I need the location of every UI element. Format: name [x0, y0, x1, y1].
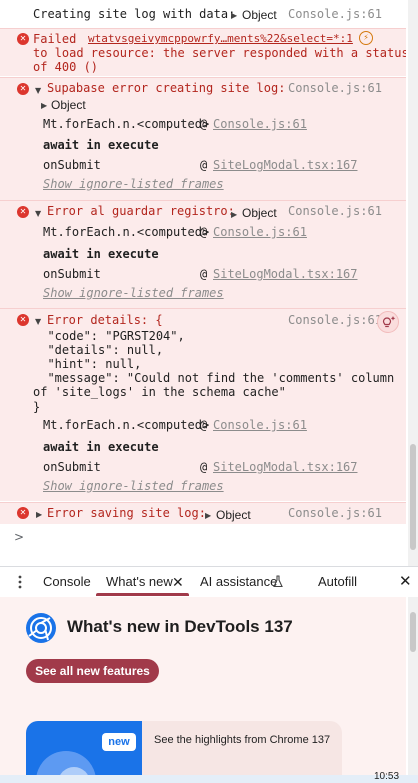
json-line: "details": null,	[33, 343, 164, 357]
console-error-row: ✕ ▼ Error al guardar registro: ▶ Object …	[0, 200, 406, 308]
network-icon[interactable]: ⚡	[359, 31, 373, 45]
stack-async-label: await in execute	[43, 138, 159, 152]
stack-location-link[interactable]: Console.js:61	[213, 117, 307, 131]
json-line: "hint": null,	[33, 357, 142, 371]
chrome-release-image: new	[26, 721, 142, 783]
stack-location-link[interactable]: SiteLogModal.tsx:167	[213, 158, 358, 172]
stack-location-link[interactable]: Console.js:61	[213, 225, 307, 239]
source-link[interactable]: Console.js:61	[288, 81, 382, 95]
error-icon: ✕	[17, 507, 29, 519]
source-link[interactable]: Console.js:61	[288, 204, 382, 218]
stack-location-link[interactable]: SiteLogModal.tsx:167	[213, 460, 358, 474]
show-ignored-frames-link[interactable]: Show ignore-listed frames	[43, 286, 224, 300]
stack-location-link[interactable]: SiteLogModal.tsx:167	[213, 267, 358, 281]
tab-console[interactable]: Console	[43, 567, 91, 597]
console-error-row: ✕ ▶ Error saving site log: ▶ Object Cons…	[0, 502, 406, 524]
expand-triangle-icon[interactable]: ▶	[205, 509, 211, 523]
source-link[interactable]: Console.js:61	[288, 313, 382, 327]
console-error-row: ✕ ▼ Supabase error creating site log: Co…	[0, 77, 406, 200]
error-message[interactable]: Error al guardar registro:	[47, 204, 235, 218]
log-message: Creating site log with data:	[33, 7, 236, 21]
scrollbar-thumb[interactable]	[410, 444, 416, 550]
show-ignored-frames-link[interactable]: Show ignore-listed frames	[43, 177, 224, 191]
json-line: of 'site_logs' in the schema cache"	[33, 385, 286, 399]
more-options-icon[interactable]	[14, 573, 26, 591]
console-error-row: ✕ ▼ Error details: { Console.js:61 "code…	[0, 308, 406, 501]
drawer-tab-bar: Console What's new ✕ AI assistance Autof…	[0, 566, 418, 596]
stack-fn: onSubmit	[43, 267, 101, 281]
object-label[interactable]: Object	[216, 508, 251, 522]
flask-icon	[273, 575, 283, 591]
json-line: "code": "PGRST204",	[33, 329, 185, 343]
object-label[interactable]: Object	[242, 206, 277, 220]
error-icon: ✕	[17, 314, 29, 326]
request-url-link[interactable]: wtatvsgeivymcppowrfy…ments%22&select=*:1	[88, 32, 353, 46]
stack-async-label: await in execute	[43, 247, 159, 261]
stack-fn: onSubmit	[43, 158, 101, 172]
error-message[interactable]: Error details: {	[47, 313, 163, 327]
stack-at: @	[200, 117, 208, 131]
source-link[interactable]: Console.js:61	[288, 506, 382, 520]
highlights-card[interactable]: new See the highlights from Chrome 137	[26, 721, 342, 783]
whats-new-scrollbar[interactable]	[408, 597, 418, 783]
console-scrollbar[interactable]	[408, 0, 418, 566]
json-line: "message": "Could not find the 'comments…	[33, 371, 395, 385]
expand-triangle-icon[interactable]: ▶	[231, 208, 237, 222]
expand-triangle-icon[interactable]: ▶	[231, 9, 237, 23]
stack-at: @	[200, 460, 208, 474]
collapse-triangle-icon[interactable]: ▼	[35, 315, 41, 329]
stack-at: @	[200, 158, 208, 172]
error-prefix: Failed	[33, 32, 77, 46]
tab-ai-assistance[interactable]: AI assistance	[200, 567, 277, 597]
console-panel: Creating site log with data: ▶ Object Co…	[0, 0, 406, 566]
stack-fn: Mt.forEach.n.<computed>	[43, 117, 210, 131]
error-icon: ✕	[17, 83, 29, 95]
object-label[interactable]: Object	[242, 8, 277, 22]
error-text-line: to load resource: the server responded w…	[33, 46, 406, 60]
new-badge: new	[102, 733, 136, 751]
stack-location-link[interactable]: Console.js:61	[213, 418, 307, 432]
collapse-triangle-icon[interactable]: ▼	[35, 84, 41, 98]
highlights-text[interactable]: See the highlights from Chrome 137	[154, 734, 330, 746]
tab-autofill[interactable]: Autofill	[318, 567, 357, 597]
chrome-devtools-logo-icon	[25, 612, 57, 644]
stack-at: @	[200, 267, 208, 281]
stack-fn: Mt.forEach.n.<computed>	[43, 418, 210, 432]
lightbulb-sparkle-icon	[382, 316, 396, 328]
taskbar-clock: 10:53	[374, 771, 400, 782]
ai-insight-button[interactable]	[377, 311, 399, 333]
stack-fn: Mt.forEach.n.<computed>	[43, 225, 210, 239]
whats-new-title: What's new in DevTools 137	[67, 617, 293, 636]
source-link[interactable]: Console.js:61	[288, 7, 382, 21]
stack-async-label: await in execute	[43, 440, 159, 454]
error-text-line: of 400 ()	[33, 60, 99, 74]
expand-triangle-icon[interactable]: ▶	[36, 508, 42, 522]
stack-fn: onSubmit	[43, 460, 101, 474]
os-taskbar: 10:53	[0, 771, 418, 783]
show-ignored-frames-link[interactable]: Show ignore-listed frames	[43, 479, 224, 493]
console-error-row: ✕ Failed wtatvsgeivymcppowrfy…ments%22&s…	[0, 28, 406, 76]
error-icon: ✕	[17, 206, 29, 218]
object-label[interactable]: Object	[51, 98, 86, 112]
collapse-triangle-icon[interactable]: ▼	[35, 207, 41, 221]
stack-at: @	[200, 418, 208, 432]
expand-triangle-icon[interactable]: ▶	[41, 99, 47, 113]
error-icon: ✕	[17, 33, 29, 45]
json-line: }	[33, 400, 41, 414]
console-prompt-row[interactable]: >	[0, 525, 406, 565]
prompt-chevron-icon: >	[14, 530, 25, 544]
see-all-features-button[interactable]: See all new features	[26, 659, 159, 683]
stack-at: @	[200, 225, 208, 239]
error-message[interactable]: Error saving site log:	[47, 506, 206, 520]
console-log-row: Creating site log with data: ▶ Object Co…	[0, 0, 406, 28]
whats-new-panel: What's new in DevTools 137 See all new f…	[0, 597, 406, 783]
close-drawer-icon[interactable]: ✕	[399, 567, 412, 597]
active-tab-indicator	[96, 593, 189, 596]
scrollbar-thumb[interactable]	[410, 612, 416, 652]
error-message[interactable]: Supabase error creating site log:	[47, 81, 285, 95]
